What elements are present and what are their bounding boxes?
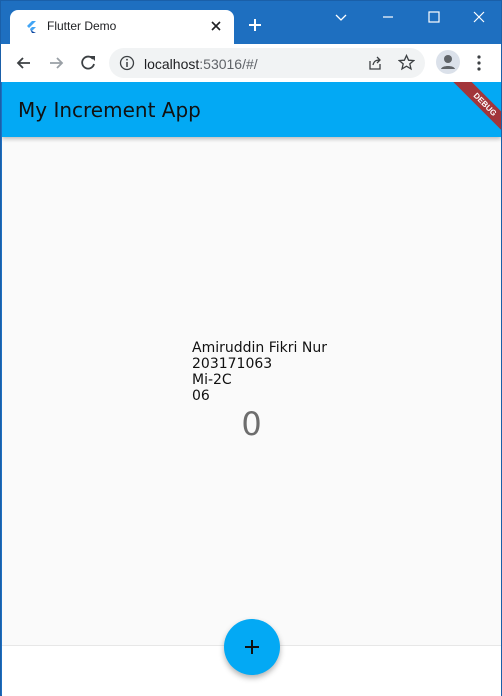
address-bar[interactable]: localhost:53016/#/ — [109, 48, 425, 78]
url-text: localhost:53016/#/ — [144, 56, 258, 72]
minimize-icon[interactable] — [380, 9, 396, 25]
close-icon[interactable] — [208, 18, 224, 34]
browser-toolbar: localhost:53016/#/ — [1, 44, 501, 82]
flutter-app: My Increment App DEBUG Amiruddin Fikri N… — [2, 82, 501, 696]
student-name: Amiruddin Fikri Nur — [192, 340, 327, 356]
debug-label: DEBUG — [450, 82, 501, 139]
student-info: Amiruddin Fikri Nur 203171063 Mi-2C 06 — [192, 340, 327, 404]
info-icon[interactable] — [119, 55, 135, 71]
browser-window: Flutter Demo localhost:53016/#/ My Incre… — [0, 0, 502, 696]
counter-value: 0 — [241, 405, 262, 443]
url-path: :53016/#/ — [199, 56, 258, 72]
maximize-icon[interactable] — [426, 9, 442, 25]
kebab-menu-icon[interactable] — [471, 54, 487, 72]
app-bar: My Increment App — [2, 82, 501, 137]
increment-button[interactable] — [224, 619, 280, 675]
back-icon[interactable] — [14, 53, 34, 73]
window-close-icon[interactable] — [471, 9, 487, 25]
flutter-icon — [27, 21, 36, 33]
plus-icon[interactable] — [247, 17, 263, 33]
student-id: 203171063 — [192, 356, 273, 372]
share-icon[interactable] — [367, 55, 383, 71]
plus-icon — [245, 640, 259, 654]
person-icon — [441, 55, 455, 69]
star-icon[interactable] — [398, 54, 415, 71]
url-host: localhost — [144, 56, 200, 72]
debug-banner: DEBUG — [441, 82, 501, 142]
tab-flutter-demo[interactable]: Flutter Demo — [10, 10, 234, 44]
student-class: Mi-2C — [192, 372, 232, 388]
tab-title: Flutter Demo — [47, 19, 117, 33]
tab-strip: Flutter Demo — [1, 1, 501, 44]
forward-icon[interactable] — [46, 53, 66, 73]
student-number: 06 — [192, 388, 210, 404]
page-title: My Increment App — [18, 98, 201, 122]
chevron-down-icon[interactable] — [333, 9, 349, 25]
reload-icon[interactable] — [78, 53, 98, 73]
profile-icon[interactable] — [436, 50, 460, 74]
